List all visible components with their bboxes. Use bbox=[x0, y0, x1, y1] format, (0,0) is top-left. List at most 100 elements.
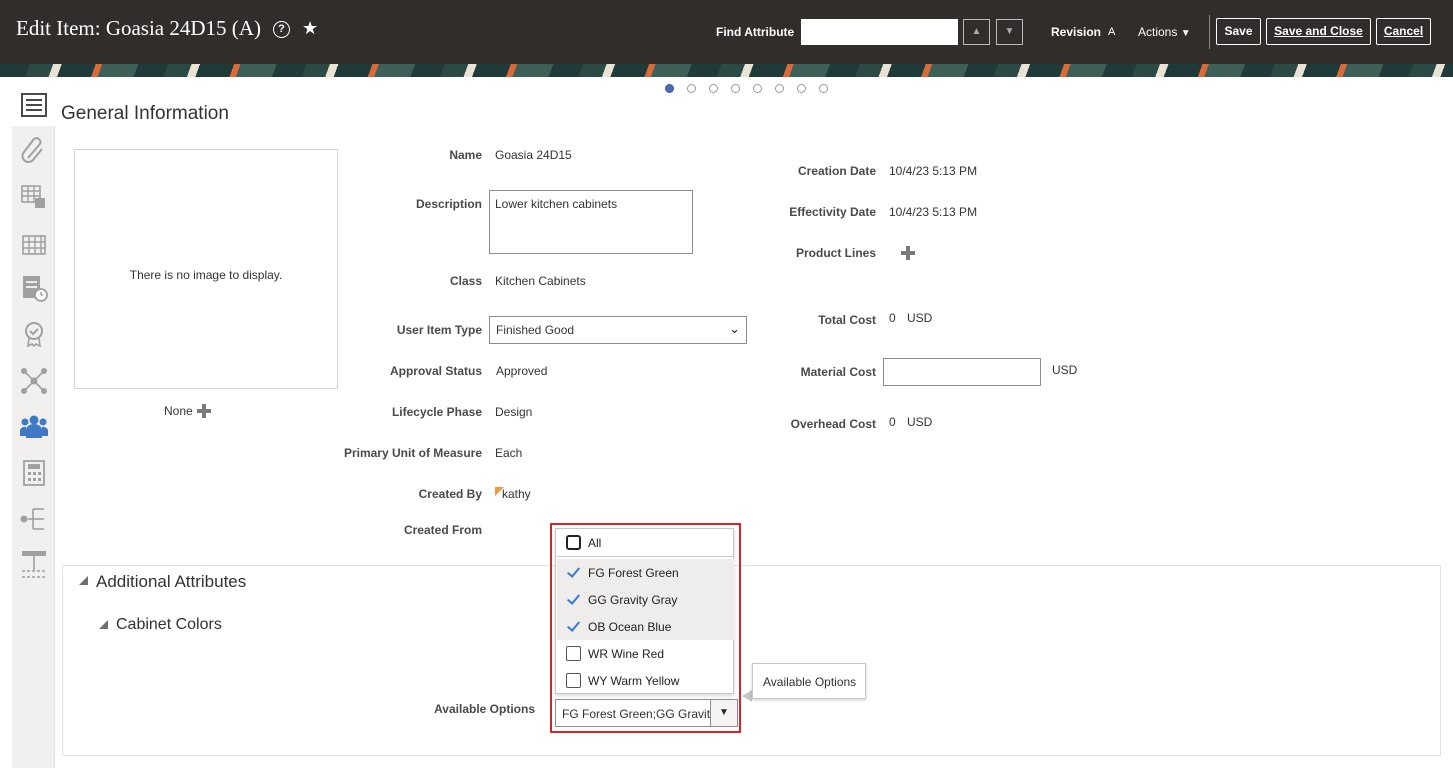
cancel-button[interactable]: Cancel bbox=[1376, 18, 1431, 45]
total-cost-currency: USD bbox=[907, 311, 933, 325]
additional-attributes-title[interactable]: Additional Attributes bbox=[96, 572, 246, 592]
structure-icon[interactable] bbox=[20, 550, 48, 578]
add-product-line-plus-icon[interactable] bbox=[901, 246, 915, 260]
option-label: FG Forest Green bbox=[588, 566, 679, 580]
network-icon[interactable] bbox=[20, 367, 48, 395]
find-attribute-input[interactable] bbox=[801, 19, 958, 45]
help-icon[interactable]: ? bbox=[273, 21, 290, 38]
dropdown-toggle-button[interactable]: ▼ bbox=[710, 699, 738, 727]
option-item[interactable]: FG Forest Green bbox=[557, 559, 734, 586]
dropdown-arrow-icon: ▼ bbox=[719, 707, 729, 718]
created-from-label: Created From bbox=[403, 523, 482, 537]
page-header: Edit Item: Goasia 24D15 (A) ? ★ Find Att… bbox=[0, 0, 1453, 64]
revision-label: Revision bbox=[1051, 25, 1102, 39]
name-value: Goasia 24D15 bbox=[495, 148, 572, 162]
user-item-type-label: User Item Type bbox=[396, 323, 482, 337]
pager-dot-1[interactable] bbox=[665, 84, 674, 93]
header-divider bbox=[1209, 15, 1210, 49]
overhead-cost-label: Overhead Cost bbox=[790, 417, 876, 431]
grid-cube-icon[interactable] bbox=[20, 183, 48, 211]
effectivity-date-label: Effectivity Date bbox=[789, 205, 876, 219]
checkbox-checked[interactable] bbox=[566, 592, 581, 607]
option-item[interactable]: WY Warm Yellow bbox=[557, 667, 734, 694]
arrow-down-icon: ▼ bbox=[1004, 26, 1015, 37]
primary-uom-value: Each bbox=[495, 446, 523, 460]
checkbox-unchecked[interactable] bbox=[566, 673, 581, 688]
find-previous-button[interactable]: ▲ bbox=[963, 19, 990, 45]
option-label: WY Warm Yellow bbox=[588, 674, 680, 688]
option-separator bbox=[557, 556, 734, 557]
item-image-box: There is no image to display. bbox=[74, 149, 338, 389]
description-label: Description bbox=[415, 197, 482, 211]
chevron-down-icon: ⌄ bbox=[729, 321, 740, 336]
total-cost-label: Total Cost bbox=[818, 313, 876, 327]
pager-dot-8[interactable] bbox=[819, 84, 828, 93]
dropdown-arrow-icon: ▼ bbox=[1180, 28, 1191, 39]
created-by-value[interactable]: kathy bbox=[502, 487, 531, 501]
option-item[interactable]: WR Wine Red bbox=[557, 640, 734, 667]
overhead-cost-value: 0 bbox=[889, 415, 896, 429]
find-next-button[interactable]: ▼ bbox=[996, 19, 1023, 45]
collapse-triangle-icon[interactable] bbox=[99, 620, 108, 629]
no-image-text: There is no image to display. bbox=[129, 268, 283, 282]
paperclip-icon[interactable] bbox=[20, 136, 48, 164]
approval-status-label: Approval Status bbox=[389, 364, 482, 378]
checkbox-checked[interactable] bbox=[566, 619, 581, 634]
additional-attributes-panel bbox=[62, 565, 1441, 756]
creation-date-value: 10/4/23 5:13 PM bbox=[889, 164, 978, 178]
pager-dot-2[interactable] bbox=[687, 84, 696, 93]
option-label: All bbox=[588, 536, 602, 550]
product-lines-label: Product Lines bbox=[795, 246, 876, 260]
people-icon[interactable] bbox=[20, 412, 48, 440]
option-label: OB Ocean Blue bbox=[588, 620, 672, 634]
hierarchy-icon[interactable] bbox=[20, 505, 48, 533]
available-options-dropdown: All FG Forest Green GG Gravity Gray OB O… bbox=[555, 528, 734, 694]
checkbox-unchecked[interactable] bbox=[566, 646, 581, 661]
document-clock-icon[interactable] bbox=[20, 274, 48, 302]
option-item[interactable]: OB Ocean Blue bbox=[557, 613, 734, 640]
class-label: Class bbox=[449, 274, 482, 288]
list-icon[interactable] bbox=[20, 91, 48, 119]
pager-dot-7[interactable] bbox=[797, 84, 806, 93]
image-none-label: None bbox=[164, 404, 193, 418]
actions-menu[interactable]: Actions ▼ bbox=[1138, 25, 1191, 39]
cabinet-colors-title[interactable]: Cabinet Colors bbox=[116, 616, 222, 634]
pager-dot-6[interactable] bbox=[775, 84, 784, 93]
effectivity-date-value: 10/4/23 5:13 PM bbox=[889, 205, 978, 219]
calculator-icon[interactable] bbox=[20, 459, 48, 487]
section-title: General Information bbox=[61, 103, 229, 124]
building-icon[interactable] bbox=[20, 230, 48, 258]
tooltip: Available Options bbox=[752, 663, 866, 699]
total-cost-value: 0 bbox=[889, 311, 896, 325]
material-cost-label: Material Cost bbox=[800, 365, 876, 379]
primary-uom-label: Primary Unit of Measure bbox=[343, 446, 482, 460]
save-button[interactable]: Save bbox=[1216, 18, 1261, 45]
actions-menu-label: Actions bbox=[1138, 25, 1178, 39]
checkbox-checked[interactable] bbox=[566, 565, 581, 580]
select-all-checkbox[interactable] bbox=[566, 535, 581, 550]
add-image-plus-icon[interactable] bbox=[197, 404, 211, 418]
arrow-up-icon: ▲ bbox=[971, 26, 982, 37]
lifecycle-phase-label: Lifecycle Phase bbox=[391, 405, 482, 419]
description-field[interactable]: Lower kitchen cabinets bbox=[489, 190, 693, 254]
revision-value: A bbox=[1108, 26, 1116, 38]
collapse-triangle-icon[interactable] bbox=[79, 576, 88, 585]
material-cost-currency: USD bbox=[1052, 363, 1078, 377]
option-label: WR Wine Red bbox=[588, 647, 665, 661]
available-options-input[interactable]: FG Forest Green;GG Gravity Gray;OB Ocean… bbox=[555, 699, 711, 727]
decorative-banner bbox=[0, 64, 1453, 77]
pager-dot-4[interactable] bbox=[731, 84, 740, 93]
pager-dot-3[interactable] bbox=[709, 84, 718, 93]
option-all[interactable]: All bbox=[557, 529, 734, 556]
option-item[interactable]: GG Gravity Gray bbox=[557, 586, 734, 613]
user-item-type-select[interactable]: Finished Good ⌄ bbox=[489, 316, 747, 344]
pager-dot-5[interactable] bbox=[753, 84, 762, 93]
page-title: Edit Item: Goasia 24D15 (A) bbox=[16, 16, 261, 40]
favorite-star-icon[interactable]: ★ bbox=[302, 18, 318, 39]
badge-icon[interactable] bbox=[20, 320, 48, 348]
material-cost-input[interactable] bbox=[883, 358, 1041, 386]
find-attribute-label: Find Attribute bbox=[716, 25, 795, 39]
save-and-close-button[interactable]: Save and Close bbox=[1266, 18, 1371, 45]
creation-date-label: Creation Date bbox=[797, 164, 876, 178]
available-options-label: Available Options bbox=[434, 702, 535, 716]
